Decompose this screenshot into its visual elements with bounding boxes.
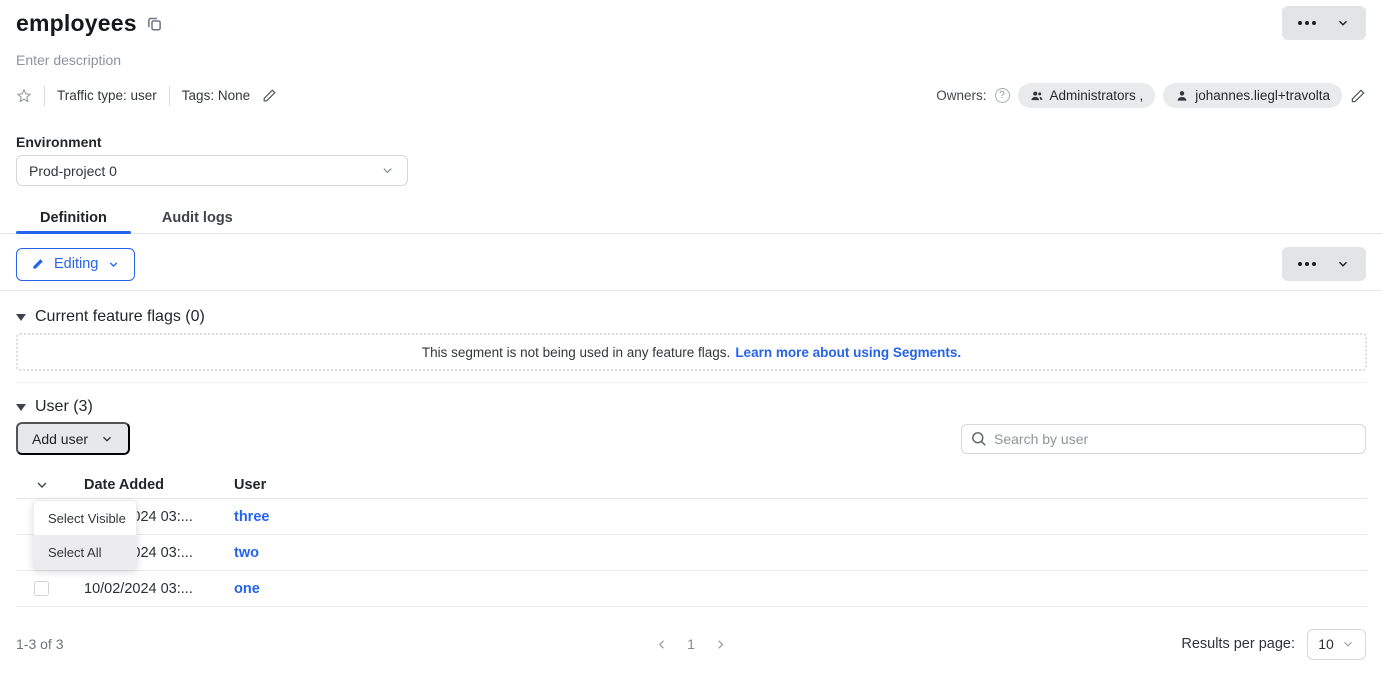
divider xyxy=(0,290,1382,291)
user-link[interactable]: three xyxy=(234,509,269,525)
feature-flags-empty-state: This segment is not being used in any fe… xyxy=(16,333,1367,371)
environment-selected-value: Prod-project 0 xyxy=(29,163,117,179)
user-search xyxy=(961,424,1366,454)
description-placeholder[interactable]: Enter description xyxy=(16,52,1366,68)
chevron-down-icon xyxy=(100,432,114,446)
pencil-icon xyxy=(31,257,45,271)
header-actions-split-button xyxy=(1282,6,1366,40)
table-row: 10/02/2024 03:... two xyxy=(16,535,1367,571)
favorite-star-icon[interactable] xyxy=(16,88,32,104)
chevron-down-icon xyxy=(1336,257,1350,271)
menu-item-select-visible[interactable]: Select Visible xyxy=(34,501,136,535)
column-header-user[interactable]: User xyxy=(234,477,1367,493)
results-per-page-value: 10 xyxy=(1318,636,1334,652)
environment-select[interactable]: Prod-project 0 xyxy=(16,155,408,186)
user-table: Date Added User 10/02/2024 03:... three … xyxy=(0,472,1382,607)
select-dropdown-chevron-icon[interactable] xyxy=(34,477,50,493)
results-per-page-select[interactable]: 10 xyxy=(1307,629,1366,660)
edit-tags-pencil-icon[interactable] xyxy=(262,88,277,103)
environment-label: Environment xyxy=(16,134,1366,150)
column-header-date-added[interactable]: Date Added xyxy=(84,477,234,493)
previous-page-chevron-icon[interactable] xyxy=(654,637,669,652)
page-number[interactable]: 1 xyxy=(687,636,695,652)
results-per-page: Results per page: 10 xyxy=(1181,629,1366,660)
traffic-type-label: Traffic type: user xyxy=(57,88,157,103)
meta-row: Traffic type: user Tags: None Owners: ? … xyxy=(16,83,1366,108)
pager: 1 xyxy=(654,636,728,652)
editing-label: Editing xyxy=(54,256,98,272)
definition-actions-dropdown-button[interactable] xyxy=(1326,247,1360,281)
owner-badge-label: Administrators , xyxy=(1050,88,1144,103)
divider xyxy=(16,382,1367,383)
definition-more-options-button[interactable] xyxy=(1288,247,1326,281)
chevron-down-icon xyxy=(1341,637,1355,651)
table-row: 10/02/2024 03:... one xyxy=(16,571,1367,607)
results-range: 1-3 of 3 xyxy=(16,636,63,652)
select-dropdown-menu: Select Visible Select All xyxy=(33,500,137,570)
help-icon[interactable]: ? xyxy=(995,88,1010,103)
owner-badge-user[interactable]: johannes.liegl+travolta xyxy=(1163,83,1342,108)
pagination-bar: 1-3 of 3 1 Results per page: 10 xyxy=(16,627,1366,661)
editing-mode-button[interactable]: Editing xyxy=(16,248,135,281)
collapse-triangle-icon xyxy=(16,314,26,321)
user-link[interactable]: two xyxy=(234,545,259,561)
more-options-icon xyxy=(1298,21,1316,25)
tab-bar: Definition Audit logs xyxy=(0,203,1382,233)
tab-audit-logs[interactable]: Audit logs xyxy=(138,203,257,233)
table-header-row: Date Added User xyxy=(16,472,1367,499)
results-per-page-label: Results per page: xyxy=(1181,636,1295,652)
chevron-down-icon xyxy=(1336,16,1350,30)
tab-definition[interactable]: Definition xyxy=(16,203,131,233)
empty-state-message: This segment is not being used in any fe… xyxy=(422,345,730,360)
group-icon xyxy=(1030,89,1044,103)
header: employees xyxy=(16,0,1366,40)
date-added-cell: 10/02/2024 03:... xyxy=(84,581,234,597)
divider xyxy=(169,86,170,106)
edit-owners-pencil-icon[interactable] xyxy=(1350,88,1366,104)
tab-bar-border xyxy=(0,233,1382,234)
owners-row: Owners: ? Administrators , johannes.lieg… xyxy=(936,83,1366,108)
tags-label: Tags: None xyxy=(182,88,250,103)
search-input[interactable] xyxy=(961,424,1366,454)
definition-actions-split-button xyxy=(1282,247,1366,281)
more-options-icon xyxy=(1298,262,1316,266)
owner-badge-label: johannes.liegl+travolta xyxy=(1195,88,1330,103)
chevron-down-icon xyxy=(107,258,120,271)
learn-more-link[interactable]: Learn more about using Segments. xyxy=(735,345,961,360)
user-section-toggle[interactable]: User (3) xyxy=(16,398,1366,416)
collapse-triangle-icon xyxy=(16,404,26,411)
user-link[interactable]: one xyxy=(234,581,260,597)
toolbar: Editing xyxy=(16,247,1366,281)
user-section-title: User (3) xyxy=(35,398,93,416)
search-icon xyxy=(970,430,987,452)
table-row: 10/02/2024 03:... three xyxy=(16,499,1367,535)
owners-label: Owners: xyxy=(936,88,986,103)
add-user-button[interactable]: Add user xyxy=(16,422,130,455)
person-icon xyxy=(1175,89,1189,103)
row-checkbox[interactable] xyxy=(34,581,49,596)
menu-item-select-all[interactable]: Select All xyxy=(34,535,136,569)
page-title: employees xyxy=(16,10,137,37)
chevron-down-icon xyxy=(380,163,395,178)
copy-icon[interactable] xyxy=(147,16,162,31)
next-page-chevron-icon[interactable] xyxy=(713,637,728,652)
add-user-label: Add user xyxy=(32,431,88,447)
feature-flags-section-toggle[interactable]: Current feature flags (0) xyxy=(16,308,1366,326)
feature-flags-section-title: Current feature flags (0) xyxy=(35,308,205,326)
user-controls-row: Add user xyxy=(16,422,1366,455)
more-options-button[interactable] xyxy=(1288,6,1326,40)
owner-badge-administrators[interactable]: Administrators , xyxy=(1018,83,1156,108)
header-actions-dropdown-button[interactable] xyxy=(1326,6,1360,40)
segment-page: employees Enter description xyxy=(0,0,1382,680)
divider xyxy=(44,86,45,106)
